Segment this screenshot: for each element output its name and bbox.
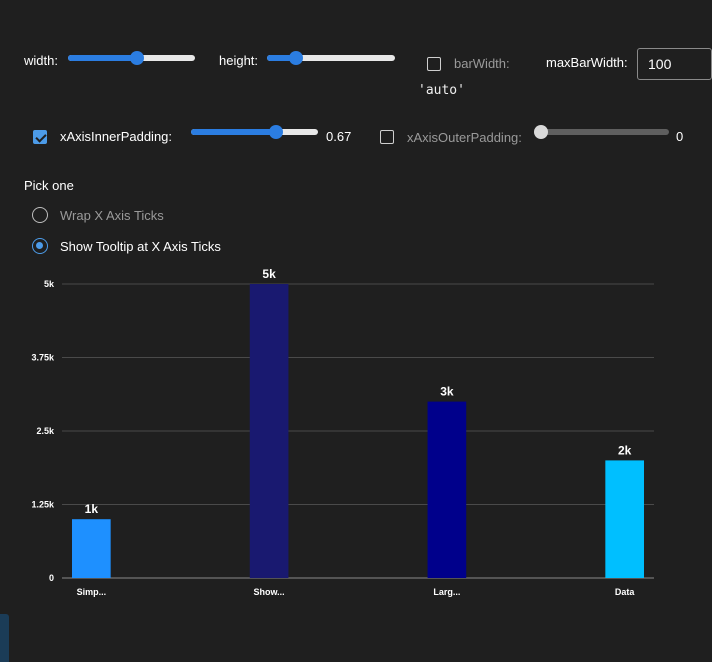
height-slider[interactable]	[267, 48, 395, 68]
x-tick-label: Data	[615, 587, 636, 597]
y-tick-label: 1.25k	[31, 500, 55, 510]
radio-wrap-x-axis-ticks[interactable]	[32, 207, 48, 223]
bar	[605, 460, 644, 578]
radio-wrap-x-axis-ticks-label: Wrap X Axis Ticks	[60, 208, 164, 223]
radio-show-tooltip[interactable]	[32, 238, 48, 254]
bar-width-label: barWidth:	[454, 56, 510, 71]
data-label: 2k	[618, 443, 632, 457]
bar	[427, 401, 467, 578]
width-label: width:	[24, 53, 58, 68]
y-tick-label: 2.5k	[36, 426, 55, 436]
bar-width-checkbox[interactable]	[427, 57, 441, 71]
bar-width-value: 'auto'	[418, 83, 465, 98]
x-tick-label: Show...	[254, 587, 285, 597]
outer-padding-slider-thumb[interactable]	[534, 125, 548, 139]
width-slider-thumb[interactable]	[129, 51, 144, 65]
x-axis-outer-padding-checkbox[interactable]	[380, 130, 394, 144]
height-slider-thumb[interactable]	[289, 51, 304, 65]
y-tick-label: 5k	[44, 279, 55, 289]
data-label: 5k	[262, 267, 276, 281]
max-bar-width-label: maxBarWidth:	[546, 55, 628, 70]
bar	[72, 519, 111, 578]
data-label: 1k	[85, 502, 99, 516]
x-tick-label: Simp...	[77, 587, 107, 597]
width-slider-fill	[68, 55, 137, 61]
radio-show-tooltip-label: Show Tooltip at X Axis Ticks	[60, 239, 221, 254]
outer-padding-slider-track	[541, 129, 669, 135]
height-label: height:	[219, 53, 259, 68]
pick-one-title: Pick one	[24, 178, 74, 193]
x-axis-outer-padding-label: xAxisOuterPadding:	[407, 130, 522, 145]
bar-chart: 0 1.25k 2.5k 3.75k 5k 1k Simp... 5k Show... 3k Lar…	[31, 267, 654, 597]
x-tick-label: Larg...	[433, 587, 460, 597]
inner-padding-slider-thumb[interactable]	[269, 125, 284, 139]
bar	[249, 284, 289, 578]
inner-padding-slider-fill	[191, 129, 277, 135]
x-axis-outer-padding-slider[interactable]	[534, 122, 669, 142]
max-bar-width-input[interactable]	[637, 48, 712, 80]
x-axis-inner-padding-checkbox[interactable]	[33, 130, 47, 144]
y-tick-label: 3.75k	[31, 353, 55, 363]
x-axis-inner-padding-value: 0.67	[326, 129, 352, 144]
data-label: 3k	[440, 385, 454, 399]
width-slider[interactable]	[68, 48, 195, 68]
x-axis-inner-padding-slider[interactable]	[191, 122, 318, 142]
x-axis-inner-padding-label: xAxisInnerPadding:	[60, 129, 173, 144]
side-panel-tab[interactable]	[0, 614, 9, 662]
y-tick-label: 0	[49, 573, 54, 583]
x-axis-outer-padding-value: 0	[676, 129, 684, 144]
